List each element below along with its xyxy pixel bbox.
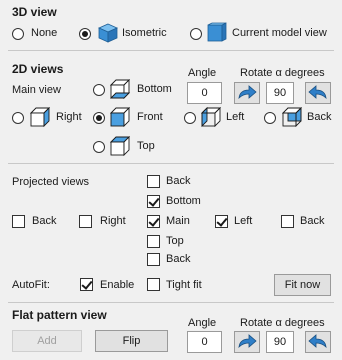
- checkbox-tight-fit-label: Tight fit: [166, 279, 202, 291]
- left-view-cube-icon: [201, 107, 221, 127]
- radio-main-left[interactable]: [184, 112, 196, 124]
- checkbox-projected-main[interactable]: [147, 215, 160, 228]
- rotate-degrees-input-2d[interactable]: 90: [266, 82, 294, 104]
- radio-main-bottom[interactable]: [93, 84, 105, 96]
- rotate-ccw-button-flat[interactable]: [305, 331, 331, 353]
- angle-label-2d: Angle: [188, 67, 217, 79]
- right-view-cube-icon: [30, 107, 50, 127]
- rotate-left-icon: [308, 85, 327, 100]
- rotate-cw-button-2d[interactable]: [234, 82, 260, 104]
- flip-button[interactable]: Flip: [95, 330, 168, 352]
- radio-main-top[interactable]: [93, 141, 105, 153]
- checkbox-projected-right[interactable]: [79, 215, 92, 228]
- radio-main-right-label: Right: [56, 111, 82, 123]
- radio-3d-current-model-view-label: Current model view: [232, 27, 327, 39]
- checkbox-projected-back-top-label: Back: [166, 175, 191, 187]
- separator-3: [8, 302, 334, 303]
- back-view-cube-icon: [282, 107, 302, 127]
- front-view-cube-icon: [110, 107, 130, 127]
- rotate-right-icon: [238, 334, 257, 349]
- rotate-right-icon: [238, 85, 257, 100]
- checkbox-projected-top[interactable]: [147, 235, 160, 248]
- checkbox-projected-back-top[interactable]: [147, 175, 160, 188]
- radio-3d-isometric[interactable]: [79, 28, 91, 40]
- angle-label-flat: Angle: [188, 317, 217, 329]
- rotate-label-2d: Rotate α degrees: [240, 67, 325, 79]
- radio-3d-none[interactable]: [12, 28, 24, 40]
- rotate-label-flat: Rotate α degrees: [240, 317, 325, 329]
- checkbox-projected-bottom[interactable]: [147, 195, 160, 208]
- checkbox-projected-back-left[interactable]: [12, 215, 25, 228]
- checkbox-projected-left[interactable]: [215, 215, 228, 228]
- angle-input-flat[interactable]: 0: [187, 331, 222, 353]
- checkbox-autofit-enable-label: Enable: [100, 279, 135, 291]
- top-view-cube-icon: [110, 136, 130, 156]
- checkbox-projected-back-right[interactable]: [281, 215, 294, 228]
- rotate-ccw-button-2d[interactable]: [305, 82, 331, 104]
- checkbox-projected-back-bottom-label: Back: [166, 253, 191, 265]
- isometric-cube-icon: [98, 23, 118, 43]
- checkbox-projected-left-label: Left: [234, 215, 253, 227]
- radio-main-bottom-label: Bottom: [137, 83, 172, 95]
- radio-main-right[interactable]: [12, 112, 24, 124]
- radio-main-front-label: Front: [137, 111, 163, 123]
- fit-now-button[interactable]: Fit now: [274, 274, 331, 296]
- radio-main-back-label: Back: [307, 111, 332, 123]
- radio-main-back[interactable]: [264, 112, 276, 124]
- checkbox-projected-back-left-label: Back: [32, 215, 57, 227]
- checkbox-tight-fit[interactable]: [147, 278, 160, 291]
- separator-2: [8, 163, 334, 164]
- radio-main-left-label: Left: [226, 111, 245, 123]
- section-title-2d-views: 2D views: [12, 62, 64, 76]
- section-title-flat-pattern-view: Flat pattern view: [12, 308, 107, 322]
- checkbox-projected-bottom-label: Bottom: [166, 195, 201, 207]
- radio-3d-none-label: None: [31, 27, 58, 39]
- bottom-view-cube-icon: [110, 79, 130, 99]
- radio-main-front[interactable]: [93, 112, 105, 124]
- radio-3d-current-model-view[interactable]: [190, 28, 202, 40]
- checkbox-projected-right-label: Right: [100, 215, 126, 227]
- autofit-label: AutoFit:: [12, 279, 50, 291]
- add-button[interactable]: Add: [12, 330, 82, 352]
- radio-main-top-label: Top: [137, 140, 155, 152]
- checkbox-projected-back-bottom[interactable]: [147, 253, 160, 266]
- checkbox-projected-back-right-label: Back: [300, 215, 325, 227]
- projected-views-label: Projected views: [12, 176, 90, 188]
- radio-3d-isometric-label: Isometric: [122, 27, 167, 39]
- rotate-left-icon: [308, 334, 327, 349]
- checkbox-projected-main-label: Main: [166, 215, 190, 227]
- checkbox-projected-top-label: Top: [166, 235, 184, 247]
- rotate-cw-button-flat[interactable]: [234, 331, 260, 353]
- main-view-label: Main view: [12, 84, 61, 96]
- separator-1: [8, 50, 334, 51]
- section-title-3d-view: 3D view: [12, 5, 57, 19]
- rotate-degrees-input-flat[interactable]: 90: [266, 331, 294, 353]
- current-view-cube-icon: [207, 22, 227, 42]
- angle-input-2d[interactable]: 0: [187, 82, 222, 104]
- checkbox-autofit-enable[interactable]: [80, 278, 93, 291]
